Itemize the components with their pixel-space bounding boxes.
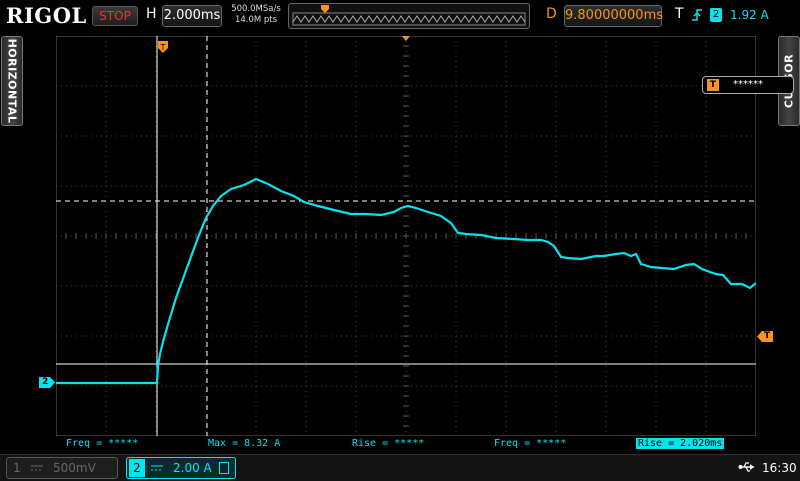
channel2-marker-label: 2 <box>42 377 49 387</box>
measurement-rise-1[interactable]: Rise = ***** <box>352 438 424 449</box>
delay-value[interactable]: 9.80000000ms <box>564 5 663 27</box>
sample-rate: 500.0MSa/s <box>231 4 281 14</box>
channel1-scale: 500mV <box>53 461 96 475</box>
top-status-bar: RIGOL STOP H 2.000ms 500.0MSa/s 14.0M pt… <box>0 0 800 30</box>
memory-overview-bar[interactable] <box>288 3 530 29</box>
trigger-position-marker-icon <box>321 5 329 13</box>
trigger-marker-label: T <box>160 43 166 52</box>
cursor-value: ****** <box>733 79 763 90</box>
trigger-source-badge: 2 <box>710 8 722 22</box>
measurement-freq-2[interactable]: Freq = ***** <box>494 438 566 449</box>
delay-label: D <box>546 6 557 22</box>
timebase-value[interactable]: 2.000ms <box>162 5 222 27</box>
measurement-rise-2[interactable]: Rise = 2.020ms <box>636 438 725 449</box>
system-clock: 16:30 <box>762 461 797 475</box>
measurement-max[interactable]: Max = 8.32 A <box>208 438 280 449</box>
trigger-edge-icon <box>692 9 702 21</box>
dc-coupling-icon <box>31 465 43 471</box>
horizontal-label: H <box>146 6 157 22</box>
memory-depth: 14.0M pts <box>234 15 278 25</box>
dc-coupling-icon <box>151 465 163 471</box>
horizontal-menu-tab[interactable]: HORIZONTAL <box>1 36 23 126</box>
bottom-status-bar: 1 500mV 2 2.00 A 16:30 <box>0 454 800 481</box>
oscilloscope-grid: T <box>55 35 757 437</box>
run-stop-status[interactable]: STOP <box>92 6 138 26</box>
bandwidth-limit-icon <box>219 462 229 474</box>
horizontal-tab-label: HORIZONTAL <box>5 38 19 124</box>
acquisition-info: 500.0MSa/s 14.0M pts <box>226 4 286 26</box>
channel2-offset-marker[interactable]: 2 <box>39 377 55 388</box>
brand-logo: RIGOL <box>6 3 87 28</box>
channel1-number: 1 <box>13 461 21 475</box>
channel2-number: 2 <box>129 459 145 477</box>
measurement-bar: Freq = ***** Max = 8.32 A Rise = ***** F… <box>56 436 756 452</box>
channel1-tab[interactable]: 1 500mV <box>6 457 118 479</box>
measurement-freq-1[interactable]: Freq = ***** <box>66 438 138 449</box>
trigger-level-marker[interactable]: T <box>757 331 773 342</box>
usb-icon <box>738 462 754 472</box>
trigger-level: 1.92 A <box>730 8 769 22</box>
channel2-scale: 2.00 A <box>173 461 212 475</box>
trigger-label: T <box>675 6 684 22</box>
channel2-tab[interactable]: 2 2.00 A <box>126 457 236 479</box>
memory-zigzag-icon <box>292 5 526 26</box>
trigger-level-marker-label: T <box>764 331 771 341</box>
cursor-readout-box[interactable]: T ****** <box>702 76 794 94</box>
waveform-display[interactable]: T T ****** <box>55 35 794 437</box>
trigger-settings[interactable]: 2 1.92 A <box>690 6 798 24</box>
cursor-trigger-chip: T <box>707 79 719 91</box>
